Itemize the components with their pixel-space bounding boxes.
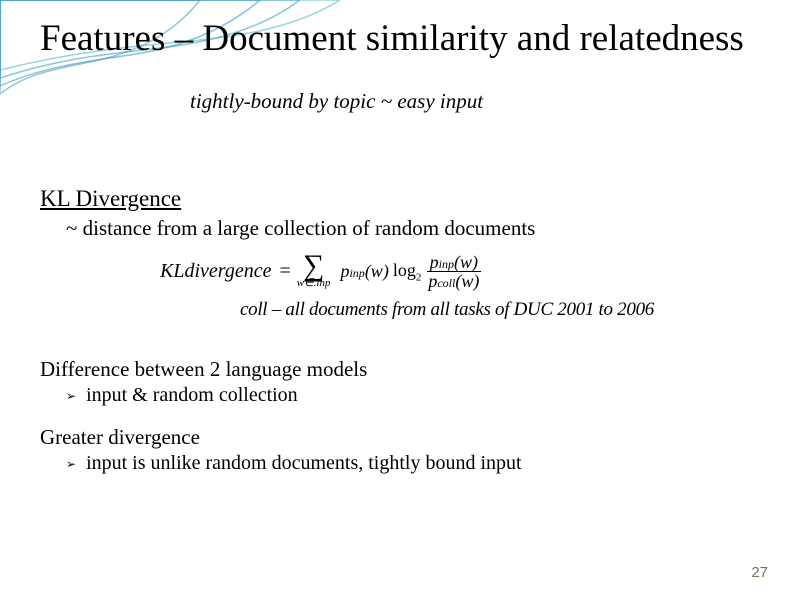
- sum-subscript: w∈.inp: [297, 278, 331, 289]
- greater-bullet-text: input is unlike random documents, tightl…: [86, 452, 522, 475]
- num-sub: inp: [439, 257, 454, 271]
- p-inp-term: pinp(w): [340, 261, 388, 282]
- kl-heading: KL Divergence: [40, 186, 754, 212]
- slide-subtitle: tightly-bound by topic ~ easy input: [190, 89, 754, 114]
- diff-heading: Difference between 2 language models: [40, 357, 754, 382]
- page-number: 27: [751, 564, 768, 581]
- chevron-bullet-icon: ➢: [66, 389, 76, 404]
- fraction-numerator: pinp(w): [427, 253, 481, 273]
- greater-heading: Greater divergence: [40, 425, 754, 450]
- kl-description: ~ distance from a large collection of ra…: [66, 216, 754, 241]
- den-arg: (w): [455, 271, 479, 291]
- coll-note: coll – all documents from all tasks of D…: [240, 299, 754, 321]
- diff-bullet-row: ➢ input & random collection: [66, 384, 754, 407]
- log-term: log2: [393, 260, 422, 284]
- den-p: p: [428, 271, 437, 291]
- formula-lhs: KLdivergence: [160, 260, 271, 283]
- formula-equals: =: [279, 260, 290, 283]
- chevron-bullet-icon: ➢: [66, 457, 76, 472]
- slide-container: Features – Document similarity and relat…: [0, 0, 794, 595]
- log-base: 2: [416, 272, 422, 284]
- p-arg: (w): [365, 261, 389, 281]
- log-label: log: [393, 260, 416, 280]
- kl-formula: KLdivergence = ∑ w∈.inp pinp(w) log2 pin…: [160, 253, 754, 292]
- diff-bullet-text: input & random collection: [86, 384, 298, 407]
- greater-bullet-row: ➢ input is unlike random documents, tigh…: [66, 452, 754, 475]
- sigma-icon: ∑: [303, 254, 324, 278]
- num-arg: (w): [454, 252, 478, 272]
- num-p: p: [430, 252, 439, 272]
- den-sub: coll: [437, 276, 455, 290]
- fraction-denominator: pcoll(w): [425, 272, 482, 291]
- p-sub-inp: inp: [349, 266, 364, 280]
- fraction: pinp(w) pcoll(w): [425, 253, 482, 292]
- summation: ∑ w∈.inp: [297, 254, 331, 289]
- slide-title: Features – Document similarity and relat…: [40, 18, 754, 61]
